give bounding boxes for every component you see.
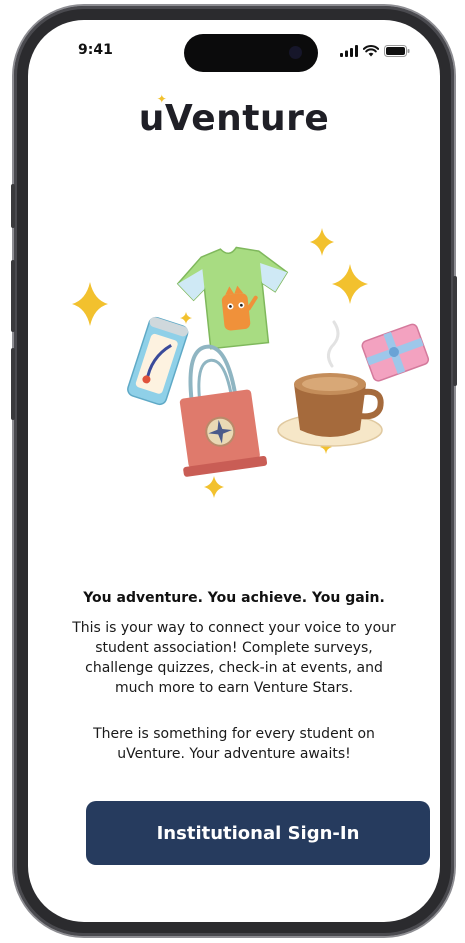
- star-icon: [204, 476, 224, 498]
- rewards-illustration: [72, 228, 430, 498]
- camera-icon: [289, 46, 302, 59]
- tshirt-icon: [176, 246, 289, 350]
- drink-can-icon: [127, 316, 189, 406]
- app-screen: 9:41 ✦ uVenture You adventure. You achie…: [28, 20, 440, 922]
- star-icon: [310, 228, 334, 256]
- intro-paragraph: This is your way to connect your voice t…: [72, 620, 396, 696]
- star-icon: [180, 312, 192, 324]
- volume-down-button: [11, 348, 15, 420]
- star-icon: [72, 282, 108, 326]
- gift-card-icon: [361, 323, 430, 382]
- volume-up-button: [11, 260, 15, 332]
- action-button: [11, 184, 15, 228]
- app-logo: ✦ uVenture: [28, 92, 440, 139]
- app-logo-text: uVenture: [138, 98, 330, 139]
- star-icon: [332, 264, 368, 304]
- power-button: [453, 276, 457, 386]
- tote-bag-icon: [179, 344, 268, 477]
- status-icons: [340, 45, 410, 57]
- signal-icon: [340, 45, 358, 57]
- welcome-paragraph: There is something for every student on …: [93, 726, 375, 762]
- phone-frame: 9:41 ✦ uVenture You adventure. You achie…: [11, 6, 457, 936]
- dynamic-island: [184, 34, 318, 72]
- tagline: You adventure. You achieve. You gain.: [83, 590, 385, 606]
- wifi-icon: [363, 45, 379, 57]
- institutional-signin-button[interactable]: Institutional Sign-In: [86, 801, 430, 865]
- battery-icon: [384, 45, 410, 57]
- status-time: 9:41: [78, 42, 113, 58]
- logo-star-icon: ✦: [156, 92, 168, 106]
- signin-button-label: Institutional Sign-In: [156, 822, 360, 844]
